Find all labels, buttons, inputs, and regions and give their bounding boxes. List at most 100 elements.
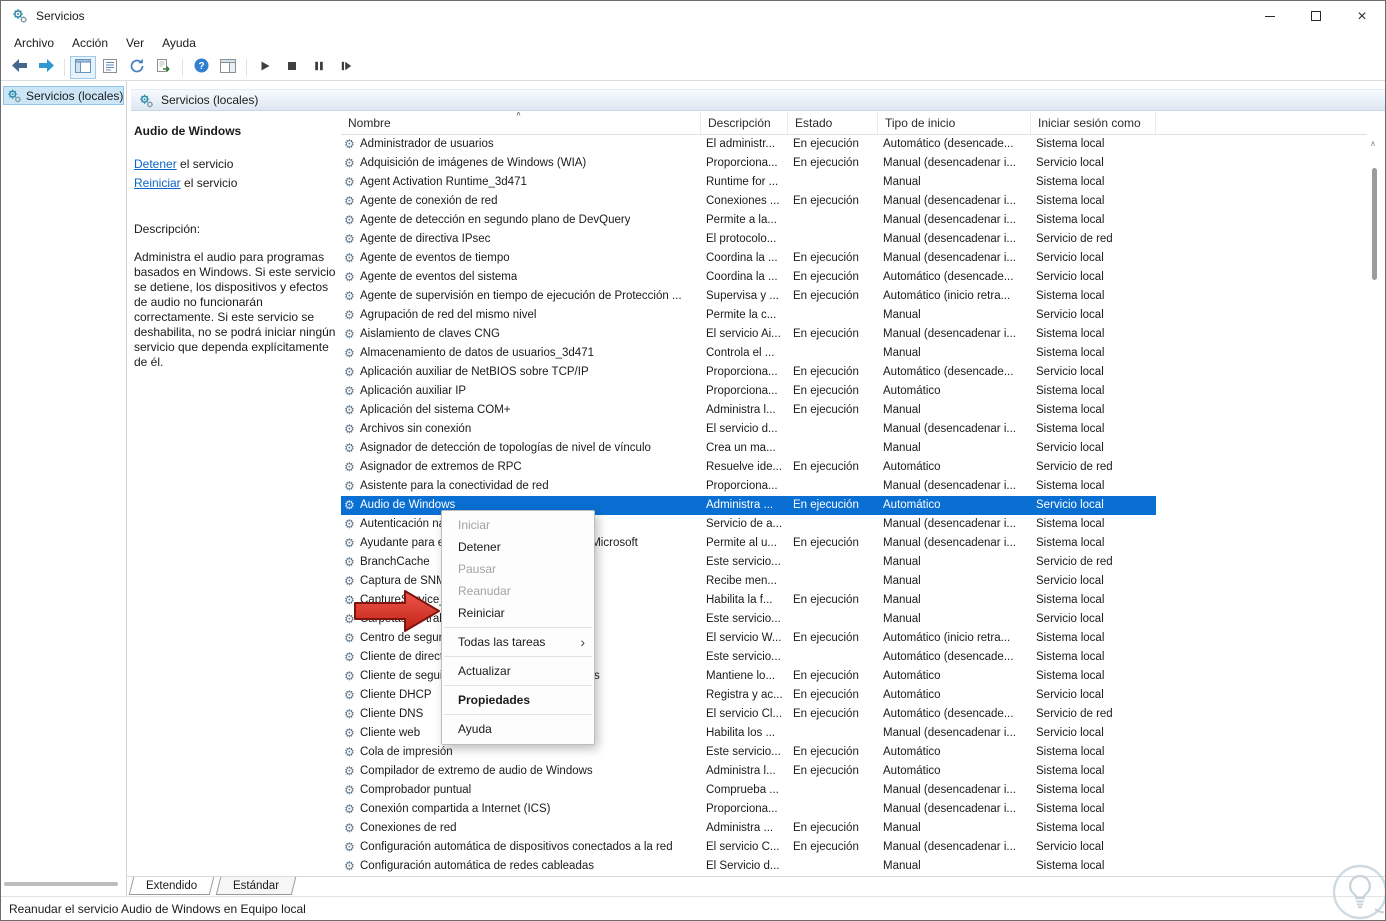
table-row[interactable]: Archivos sin conexión El servicio d... Man… [341,420,1156,439]
table-row[interactable]: Agent Activation Runtime_3d471 Runtime fo… [341,173,1156,192]
tree-horizontal-scrollbar[interactable] [4,882,118,886]
title-bar[interactable]: Servicios [1,1,1385,31]
detener-service-link[interactable]: Detener [134,157,177,171]
column-header-nombre[interactable]: Nombre [341,112,701,134]
tab-estandar[interactable]: Estándar [215,877,297,895]
table-row[interactable]: Asignador de extremos de RPC Resuelve ide… [341,458,1156,477]
pause-service-button[interactable] [306,56,332,79]
extended-info-pane: Audio de Windows Detener el servicio Rein… [134,118,337,870]
menu-item-ver[interactable]: Ver [117,34,153,52]
window-pane-button[interactable] [215,56,241,79]
table-row[interactable]: Agente de supervisión en tiempo de ejecu… [341,287,1156,306]
service-name-cell: Asignador de extremos de RPC [341,458,701,477]
service-logon-as-cell: Servicio local [1036,727,1104,739]
link-suffix: el servicio [176,157,234,171]
column-header-descripcion[interactable]: Descripción [701,112,788,134]
table-row[interactable]: Compilador de extremo de audio de Window… [341,762,1156,781]
service-description-cell: Administra ... [706,822,774,834]
view-tabs: Extendido Estándar [127,876,1385,896]
table-row[interactable]: Agrupación de red del mismo nivel Permite… [341,306,1156,325]
back-button[interactable] [6,56,32,79]
table-row[interactable]: Asignador de detección de topologías de … [341,439,1156,458]
table-row[interactable]: Agente de directiva IPsec El protocolo...… [341,230,1156,249]
service-logon-as-cell: Sistema local [1036,651,1105,663]
service-gear-icon [344,420,360,439]
service-startup-type-cell: Automático (inicio retra... [883,632,1011,644]
service-name: Cliente web [360,727,421,739]
export-list-button[interactable] [97,56,123,79]
context-menu-item-ayuda[interactable]: Ayuda [442,718,594,740]
service-startup-type-cell: Manual [883,347,921,359]
close-button[interactable] [1339,1,1385,31]
table-row[interactable]: Agente de detección en segundo plano de … [341,211,1156,230]
tree-item-servicios-locales[interactable]: Servicios (locales) [3,86,124,105]
service-gear-icon [344,667,360,686]
export-button[interactable] [151,56,177,79]
description-label: Descripción: [134,222,201,236]
table-row[interactable]: Comprobador puntual Comprueba ... Manual (… [341,781,1156,800]
console-tree-panel: Servicios (locales) [1,81,127,896]
service-name-cell: Aplicación auxiliar de NetBIOS sobre TCP… [341,363,701,382]
forward-button[interactable] [33,56,59,79]
table-row[interactable]: Conexiones de red Administra ... En ejecuc… [341,819,1156,838]
service-name-cell: Agente de conexión de red [341,192,701,211]
column-header-iniciar-sesion-como[interactable]: Iniciar sesión como [1031,112,1156,134]
context-menu-item-label: Todas las tareas [458,635,546,649]
service-description-cell: Coordina la ... [706,271,778,283]
table-row[interactable]: Cola de impresión Este servicio... En ejec… [341,743,1156,762]
service-description-cell: Este servicio... [706,746,781,758]
forward-icon [38,58,55,76]
service-status-cell [788,610,878,629]
table-row[interactable]: Aplicación del sistema COM+ Administra l.… [341,401,1156,420]
minimize-icon [1265,15,1275,17]
menu-item-ayuda[interactable]: Ayuda [153,34,205,52]
table-row[interactable]: Configuración automática de dispositivos… [341,838,1156,857]
start-service-button[interactable] [252,56,278,79]
table-row[interactable]: Administrador de usuarios El administr...… [341,135,1156,154]
service-action-links: Detener el servicio Reiniciar el servicio [134,155,337,193]
refresh-button[interactable] [124,56,150,79]
table-row[interactable]: Conexión compartida a Internet (ICS) Prop… [341,800,1156,819]
vertical-scrollbar-thumb[interactable] [1372,168,1377,280]
close-icon [1357,9,1366,24]
column-header-label: Descripción [708,116,771,130]
service-status-cell: En ejecución [793,632,859,644]
scrollbar-up-icon[interactable] [1370,139,1380,149]
column-header-tipo-de-inicio[interactable]: Tipo de inicio [878,112,1031,134]
context-menu-item-propiedades[interactable]: Propiedades [442,689,594,711]
context-menu-item-detener[interactable]: Detener [442,536,594,558]
table-row[interactable]: Almacenamiento de datos de usuarios_3d47… [341,344,1156,363]
service-description-cell: Runtime for ... [706,176,779,188]
context-menu-item-reiniciar[interactable]: Reiniciar [442,602,594,624]
table-row[interactable]: Configuración automática de redes cablea… [341,857,1156,876]
stop-service-button[interactable] [279,56,305,79]
table-row[interactable]: Aplicación auxiliar IP Proporciona... En e… [341,382,1156,401]
context-menu-item-actualizar[interactable]: Actualizar [442,660,594,682]
show-console-tree-button[interactable] [70,55,96,79]
help-button[interactable]: ? [188,56,214,79]
reiniciar-service-link[interactable]: Reiniciar [134,176,181,190]
maximize-button[interactable] [1293,1,1339,31]
table-row[interactable]: Aislamiento de claves CNG El servicio Ai.… [341,325,1156,344]
table-row[interactable]: Agente de conexión de red Conexiones ... E… [341,192,1156,211]
service-status-cell: En ejecución [793,841,859,853]
menu-item-accion[interactable]: Acción [63,34,117,52]
service-name: Aplicación auxiliar de NetBIOS sobre TCP… [360,366,589,378]
table-row[interactable]: Asistente para la conectividad de red Pro… [341,477,1156,496]
minimize-button[interactable] [1247,1,1293,31]
service-startup-type-cell: Automático (inicio retra... [883,290,1011,302]
restart-service-button[interactable] [333,56,359,79]
tab-extendido[interactable]: Extendido [128,877,215,895]
service-logon-as-cell: Sistema local [1036,632,1105,644]
menu-item-archivo[interactable]: Archivo [5,34,63,52]
table-row[interactable]: Agente de eventos del sistema Coordina la… [341,268,1156,287]
service-status-cell: En ejecución [793,822,859,834]
service-name: Aplicación del sistema COM+ [360,404,511,416]
table-row[interactable]: Agente de eventos de tiempo Coordina la .… [341,249,1156,268]
column-header-estado[interactable]: Estado [788,112,878,134]
table-row[interactable]: Adquisición de imágenes de Windows (WIA)… [341,154,1156,173]
service-name-cell: Adquisición de imágenes de Windows (WIA) [341,154,701,173]
table-row[interactable]: Aplicación auxiliar de NetBIOS sobre TCP… [341,363,1156,382]
context-menu-item-todas-las-tareas[interactable]: Todas las tareas [442,631,594,653]
service-gear-icon [344,154,360,173]
